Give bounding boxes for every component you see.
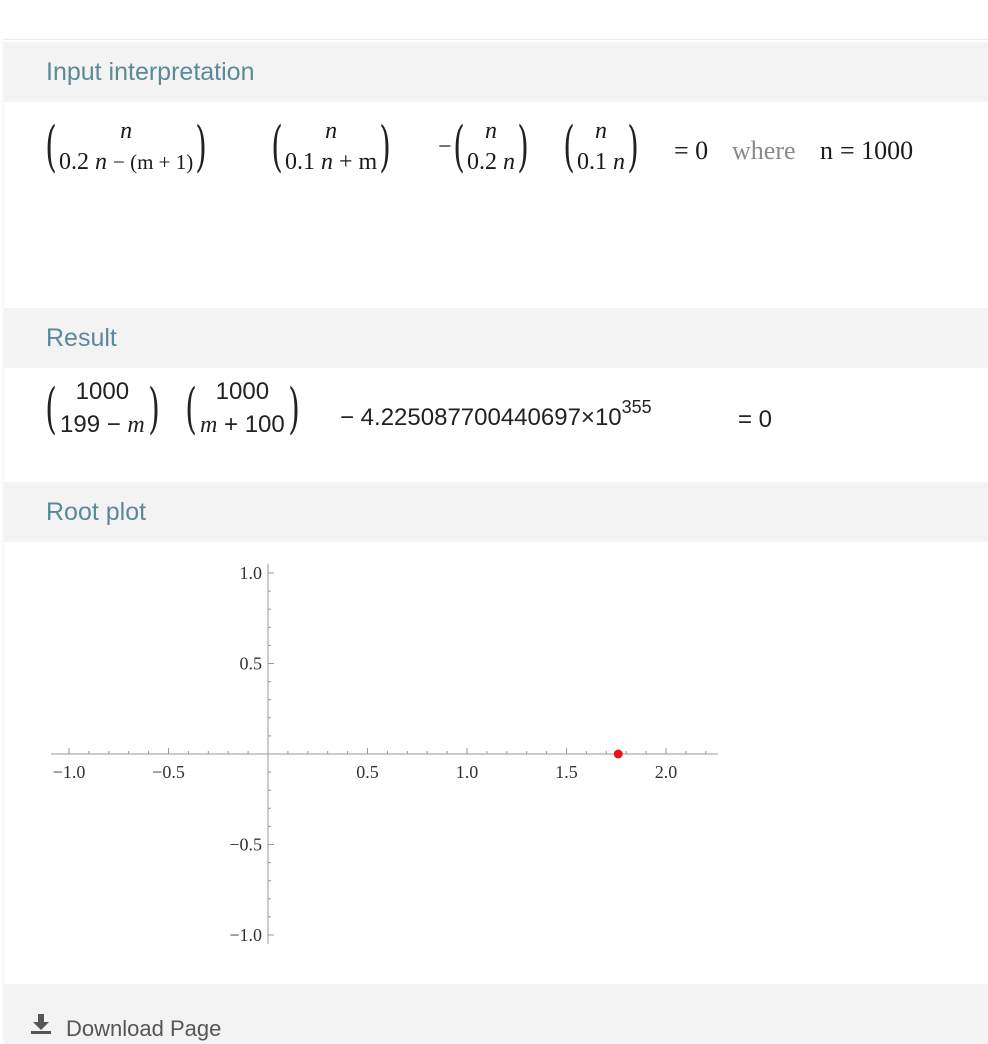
result-coefficient: − 4.225087700440697	[340, 404, 581, 431]
binomial-4: ( n 0.1 n )	[562, 118, 640, 176]
x-tick-label: 2.0	[655, 762, 678, 782]
binomial-top: n	[485, 118, 497, 144]
left-paren: (	[45, 115, 57, 178]
pod-header-result: Result	[4, 308, 988, 368]
binomial-top: 1000	[215, 378, 270, 405]
pod-title: Result	[46, 324, 117, 352]
right-paren: )	[517, 115, 529, 178]
binomial-top: n	[595, 118, 607, 144]
result-binomial-1: ( 1000 199 − m )	[44, 378, 161, 440]
download-icon[interactable]	[30, 1014, 52, 1039]
where-value: = 1000	[840, 136, 914, 165]
x-tick-label: −0.5	[152, 762, 185, 782]
binomial-1: ( n 0.2 n − (m + 1) )	[44, 118, 208, 176]
binomial-top: 1000	[75, 378, 130, 405]
pod-header-root-plot: Root plot	[4, 482, 988, 542]
right-paren: )	[287, 377, 300, 440]
y-tick-label: 1.0	[240, 563, 263, 583]
binomial-bottom: 0.2 n − (m + 1)	[59, 149, 194, 175]
y-tick-label: −1.0	[229, 925, 262, 945]
binomial-2: ( n 0.1 n + m )	[270, 118, 392, 176]
right-paren: )	[379, 115, 392, 178]
equals-zero: = 0	[674, 136, 709, 165]
binomial-top: n	[120, 118, 133, 144]
power-exponent: 355	[621, 397, 652, 417]
binomial-bottom: 0.1 n + m	[285, 149, 378, 175]
right-paren: )	[627, 115, 639, 178]
result-binomial-2: ( 1000 m + 100 )	[184, 378, 301, 440]
binomial-3: ( n 0.2 n )	[452, 118, 530, 176]
binomial-bottom: 0.2 n	[467, 149, 515, 175]
left-paren: (	[45, 377, 57, 440]
left-paren: (	[185, 377, 197, 440]
results-card: Input interpretation ( n 0.2 n − (m + 1)…	[4, 39, 988, 1044]
where-variable: n	[820, 136, 833, 165]
y-tick-label: −0.5	[229, 835, 262, 855]
minus-sign: −	[438, 134, 452, 160]
power-base: 10	[594, 404, 622, 431]
where-keyword: where	[732, 136, 796, 165]
left-paren: (	[271, 115, 283, 178]
times-sign: ×	[580, 404, 595, 431]
x-tick-label: 1.0	[456, 762, 479, 782]
binomial-bottom: m + 100	[200, 411, 285, 438]
x-tick-label: −1.0	[53, 762, 86, 782]
binomial-bottom: 199 − m	[60, 411, 145, 438]
pod-title: Root plot	[46, 498, 147, 526]
root-plot[interactable]: −1.0 −0.5 0.5 1.0 1.5 2.0 1.0 0.5 −0.5 −1.0	[4, 542, 988, 982]
x-tick-label: 1.5	[555, 762, 578, 782]
result-expression[interactable]: ( 1000 199 − m ) ( 1000 m + 100 ) − 4.22…	[44, 378, 984, 458]
download-bar: Download Page	[4, 984, 988, 1044]
x-tick-label: 0.5	[356, 762, 379, 782]
right-paren: )	[195, 115, 208, 178]
pod-header-input-interpretation: Input interpretation	[4, 42, 988, 102]
result-equals: = 0	[738, 406, 773, 433]
right-paren: )	[147, 377, 160, 440]
root-plot-canvas: −1.0 −0.5 0.5 1.0 1.5 2.0 1.0 0.5 −0.5 −1.0	[51, 563, 718, 945]
binomial-top: n	[325, 118, 338, 144]
pod-title: Input interpretation	[46, 58, 255, 86]
left-paren: (	[453, 115, 465, 178]
binomial-bottom: 0.1 n	[577, 149, 625, 175]
left-paren: (	[563, 115, 575, 178]
y-tick-label: 0.5	[240, 654, 263, 674]
download-page-link[interactable]: Download Page	[66, 1016, 221, 1042]
input-interpretation-expression[interactable]: ( n 0.2 n − (m + 1) ) ( n 0.1 n + m) − …	[44, 118, 984, 188]
result-tail: − 4.225087700440697×10355	[340, 397, 652, 432]
root-point	[613, 749, 623, 759]
